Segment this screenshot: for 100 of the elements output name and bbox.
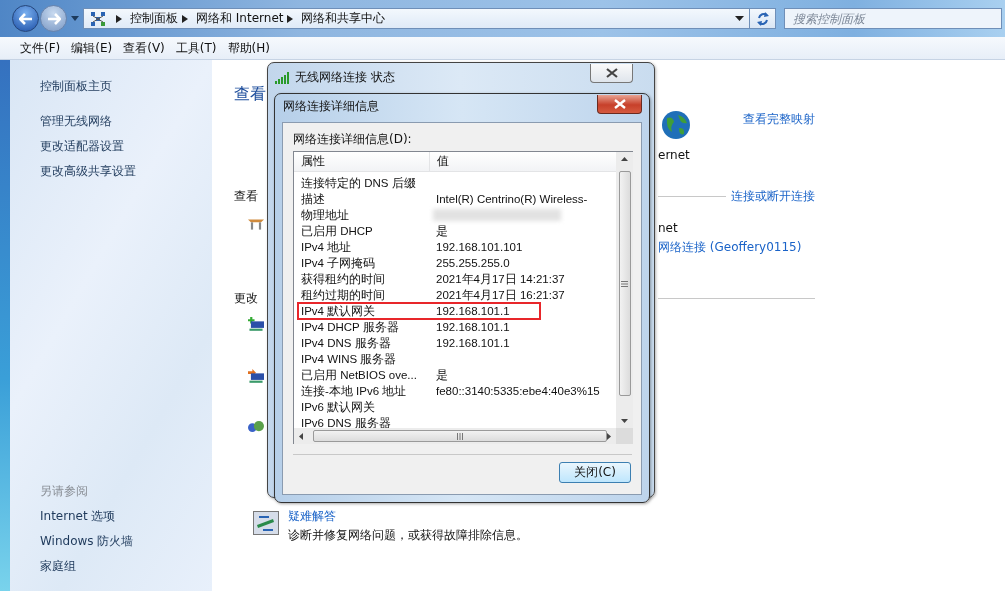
sidebar-link[interactable]: Internet 选项 xyxy=(40,504,116,529)
value-cell-text: 是 xyxy=(435,223,448,239)
connect-icon xyxy=(248,368,264,383)
value-cell-text: 2021年4月17日 16:21:37 xyxy=(435,287,565,303)
back-button[interactable] xyxy=(12,5,39,32)
close-button[interactable]: 关闭(C) xyxy=(559,462,631,483)
property-cell-text: 连接特定的 DNS 后缀 xyxy=(300,175,417,191)
menu-item[interactable]: 文件(F) xyxy=(14,37,67,59)
list-row[interactable]: IPv4 子网掩码 255.255.255.0 xyxy=(294,255,616,271)
grip-icon xyxy=(457,432,463,440)
refresh-icon xyxy=(755,11,770,26)
list-row[interactable]: 租约过期的时间 2021年4月17日 16:21:37 xyxy=(294,287,616,303)
list-row[interactable]: 连接特定的 DNS 后缀 xyxy=(294,175,616,191)
map-link[interactable]: 查看完整映射 xyxy=(743,111,815,128)
list-row[interactable]: 描述 Intel(R) Centrino(R) Wireless- xyxy=(294,191,616,207)
column-header[interactable]: 属性 xyxy=(294,152,430,171)
property-cell-text: 连接-本地 IPv6 地址 xyxy=(300,383,408,399)
troubleshoot-link[interactable]: 疑难解答 xyxy=(288,507,336,525)
property-cell-text: IPv4 DNS 服务器 xyxy=(300,335,392,351)
caret-icon[interactable] xyxy=(71,16,79,21)
sidebar-link[interactable]: 管理无线网络 xyxy=(40,109,112,134)
scrollbar-corner xyxy=(616,428,633,444)
property-cell-text: IPv4 地址 xyxy=(300,239,353,255)
horizontal-scrollbar[interactable] xyxy=(294,428,616,444)
dropdown-icon xyxy=(735,16,744,21)
menu-item[interactable]: 帮助(H) xyxy=(221,37,276,59)
grip-icon xyxy=(621,280,628,287)
sidebar-link[interactable]: 更改高级共享设置 xyxy=(40,159,136,184)
breadcrumb[interactable]: 网络和 Internet xyxy=(196,10,284,27)
connection-link[interactable]: 网络连接 (Geoffery0115) xyxy=(658,238,802,256)
add-connection-icon xyxy=(248,317,264,331)
property-cell-text: 租约过期的时间 xyxy=(300,287,386,303)
up-arrow-icon xyxy=(621,157,628,161)
sidebar-link[interactable]: 家庭组 xyxy=(40,554,76,579)
sidebar-link[interactable]: Windows 防火墙 xyxy=(40,529,134,554)
vertical-scrollbar[interactable] xyxy=(616,152,633,428)
list-row[interactable]: IPv4 WINS 服务器 xyxy=(294,351,616,367)
value-cell-text: fe80::3140:5335:ebe4:40e3%15 xyxy=(435,385,600,397)
list-row[interactable]: 物理地址 xyxy=(294,207,616,223)
section-heading: 查看 xyxy=(234,187,258,205)
list-row[interactable]: IPv6 默认网关 xyxy=(294,399,616,415)
globe-icon xyxy=(661,110,691,140)
troubleshoot-icon xyxy=(253,511,279,535)
property-cell-text: IPv4 子网掩码 xyxy=(300,255,377,271)
close-icon xyxy=(613,99,626,109)
right-arrow-icon xyxy=(607,432,611,440)
breadcrumb[interactable]: 网络和共享中心 xyxy=(301,10,386,27)
chevron-icon xyxy=(287,14,294,23)
value-cell-text: Intel(R) Centrino(R) Wireless- xyxy=(435,193,588,205)
homegroup-icon xyxy=(248,420,264,432)
network-icon xyxy=(90,10,106,27)
section-heading: 更改 xyxy=(234,289,258,307)
list-row[interactable]: 获得租约的时间 2021年4月17日 14:21:37 xyxy=(294,271,616,287)
property-cell-text: 描述 xyxy=(300,191,326,207)
see-also-heading: 另请参阅 xyxy=(40,483,88,500)
close-button[interactable] xyxy=(590,64,633,83)
address-bar[interactable]: 控制面板 网络和 Internet 网络和共享中心 xyxy=(83,8,750,29)
value-cell-text: 是 xyxy=(435,367,448,383)
search-field[interactable]: 搜索控制面板 xyxy=(784,8,1002,29)
breadcrumb[interactable]: 控制面板 xyxy=(130,10,178,27)
menu-item[interactable]: 工具(T) xyxy=(169,37,223,59)
value-cell-text: 192.168.101.101 xyxy=(435,241,523,253)
value-cell-text: 192.168.101.1 xyxy=(435,321,510,333)
column-header[interactable]: 值 xyxy=(430,152,449,171)
list-row[interactable]: 已启用 NetBIOS ove... 是 xyxy=(294,367,616,383)
property-cell-text: IPv4 DHCP 服务器 xyxy=(300,319,400,335)
left-arrow-icon xyxy=(18,12,33,25)
list-label: 网络连接详细信息(D): xyxy=(293,131,412,147)
property-cell-text: 已启用 NetBIOS ove... xyxy=(300,367,418,383)
menu-item[interactable]: 查看(V) xyxy=(117,37,171,59)
list-row[interactable]: IPv4 DNS 服务器 192.168.101.1 xyxy=(294,335,616,351)
value-cell-text: 192.168.101.1 xyxy=(435,337,510,349)
connect-link[interactable]: 连接或断开连接 xyxy=(731,187,815,205)
list-row[interactable]: IPv6 DNS 服务器 xyxy=(294,415,616,428)
right-arrow-icon xyxy=(46,12,61,25)
sidebar-link[interactable]: 更改适配器设置 xyxy=(40,134,124,159)
chevron-icon xyxy=(182,14,188,23)
list-row[interactable]: 已启用 DHCP 是 xyxy=(294,223,616,239)
internet-label: ernet xyxy=(658,148,690,162)
list-row[interactable]: 连接-本地 IPv6 地址 fe80::3140:5335:ebe4:40e3%15 xyxy=(294,383,616,399)
value-cell-text: 192.168.101.1 xyxy=(435,305,510,317)
chevron-icon xyxy=(116,14,122,23)
section-heading: 查看 xyxy=(234,83,266,105)
sidebar-link[interactable]: 控制面板主页 xyxy=(40,74,112,99)
signal-icon xyxy=(275,71,291,84)
refresh-button[interactable] xyxy=(750,8,776,29)
bench-icon xyxy=(248,219,264,230)
close-button[interactable] xyxy=(597,95,642,114)
task-description: 诊断并修复网络问题，或获得故障排除信息。 xyxy=(288,527,528,544)
list-row[interactable]: IPv4 默认网关 192.168.101.1 xyxy=(294,303,616,319)
dialog-title: 网络连接详细信息 xyxy=(283,98,379,115)
left-arrow-icon xyxy=(299,432,303,440)
access-label: net xyxy=(658,220,678,235)
down-arrow-icon xyxy=(621,419,628,423)
value-cell-text: 2021年4月17日 14:21:37 xyxy=(435,271,565,287)
list-row[interactable]: IPv4 地址 192.168.101.101 xyxy=(294,239,616,255)
property-cell-text: IPv4 WINS 服务器 xyxy=(300,351,398,367)
list-row[interactable]: IPv4 DHCP 服务器 192.168.101.1 xyxy=(294,319,616,335)
menu-item[interactable]: 编辑(E) xyxy=(65,37,119,59)
forward-button[interactable] xyxy=(40,5,67,32)
